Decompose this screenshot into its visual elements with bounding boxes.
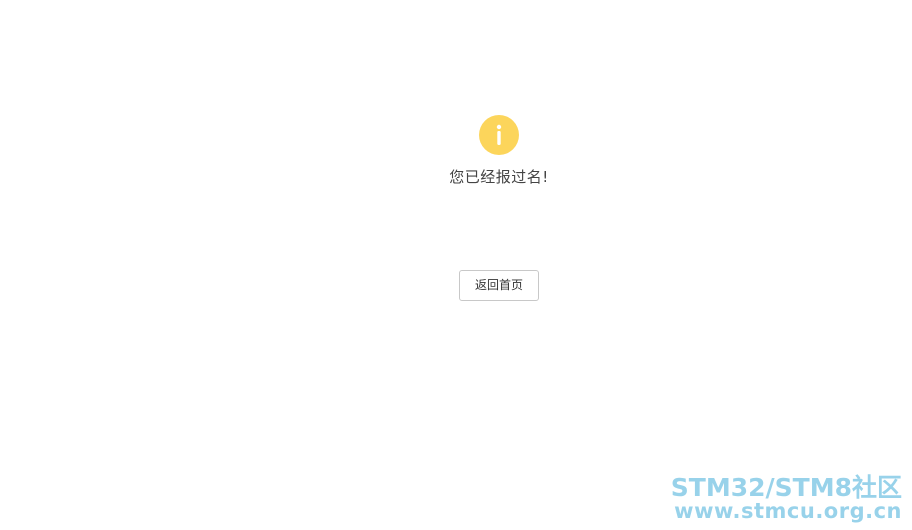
watermark-url: www.stmcu.org.cn <box>674 499 902 523</box>
info-icon <box>479 115 519 155</box>
watermark-title: STM32/STM8社区 <box>670 473 902 502</box>
info-icon-graphic <box>479 115 519 155</box>
already-registered-message: 您已经报过名! <box>449 168 549 186</box>
site-watermark: STM32/STM8社区 www.stmcu.org.cn <box>671 475 902 522</box>
return-home-button[interactable]: 返回首页 <box>459 270 539 301</box>
page: 您已经报过名! 返回首页 STM32/STM8社区 www.stmcu.org.… <box>0 0 912 530</box>
